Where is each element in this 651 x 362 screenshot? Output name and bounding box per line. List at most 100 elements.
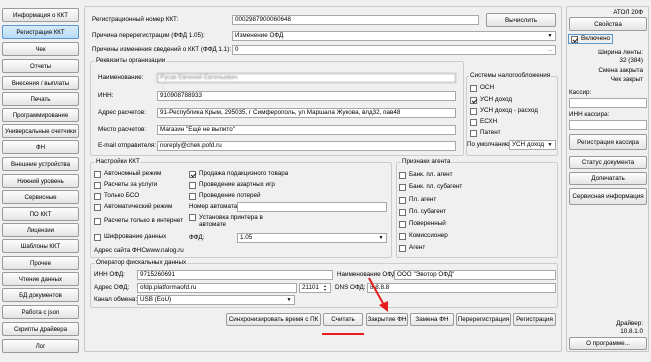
- nav-driver-scripts[interactable]: Скрипты драйвера: [2, 322, 79, 336]
- nav-check[interactable]: Чек: [2, 42, 79, 56]
- register-cashier-button[interactable]: Регистрация кассира: [569, 134, 647, 150]
- ffd-select[interactable]: 1.05 ▼: [237, 233, 387, 243]
- nav-read-data[interactable]: Чтение данных: [2, 272, 79, 286]
- nav-json[interactable]: Работа с json: [2, 305, 79, 319]
- ofd-group-title: Оператор фискальных данных: [95, 259, 188, 267]
- checkbox-box: [470, 118, 477, 126]
- document-status-button[interactable]: Статус документа: [569, 156, 647, 169]
- settings-group-title: Настройки ККТ: [95, 158, 141, 166]
- changes-value: 0: [235, 46, 239, 53]
- service-info-button[interactable]: Сервисная информация: [569, 188, 647, 205]
- fns-label: Адрес сайта ФНС:: [94, 247, 148, 254]
- agent-attorney-checkbox[interactable]: Поверенный: [399, 220, 446, 228]
- checkbox-box: [399, 220, 406, 228]
- setting-excise-checkbox[interactable]: Продажа подакцизного товара: [189, 170, 288, 178]
- ofd-address-field[interactable]: ofdp.platformaofd.ru: [137, 283, 297, 293]
- nav-licenses[interactable]: Лицензии: [2, 223, 79, 237]
- ofd-inn-field[interactable]: 9715260691: [137, 270, 333, 280]
- calculate-button[interactable]: Вычислить: [486, 13, 556, 27]
- enabled-checkbox[interactable]: Включено: [568, 34, 614, 44]
- nav-universal-counters[interactable]: Универсальные счетчики: [2, 124, 79, 138]
- setting-services-checkbox[interactable]: Расчеты за услуги: [94, 181, 157, 189]
- setting-internet-checkbox[interactable]: Расчеты только в интернет: [94, 217, 183, 225]
- nav-service[interactable]: Сервисные: [2, 190, 79, 204]
- nav-fn[interactable]: ФН: [2, 140, 79, 154]
- properties-button[interactable]: Свойства: [569, 17, 647, 31]
- nav-log[interactable]: Лог: [2, 339, 79, 353]
- tax-patent-checkbox[interactable]: Патент: [470, 129, 501, 137]
- about-button[interactable]: О программе...: [569, 337, 647, 350]
- agent-agent-checkbox[interactable]: Агент: [399, 244, 425, 252]
- setting-automatic-label: Автоматический режим: [104, 203, 173, 210]
- auto-num-field[interactable]: [237, 202, 387, 212]
- nav-external-devices[interactable]: Внешние устройства: [2, 157, 79, 171]
- setting-autonomous-checkbox[interactable]: Автономный режим: [94, 170, 161, 178]
- org-place-field[interactable]: Магазин "Ещё не выпито": [157, 125, 456, 135]
- tax-osn-checkbox[interactable]: ОСН: [470, 84, 494, 92]
- tape-width-label: Ширина ленты:: [598, 49, 643, 56]
- registration-button[interactable]: Регистрация: [513, 313, 556, 326]
- setting-automatic-checkbox[interactable]: Автоматический режим: [94, 203, 172, 211]
- tax-usn-income-expense-checkbox[interactable]: УСН доход - расход: [470, 107, 538, 115]
- nav-documents-db[interactable]: БД документов: [2, 288, 79, 302]
- nav-programming[interactable]: Программирование: [2, 108, 79, 122]
- agent-pay-subagent-checkbox[interactable]: Пл. субагент: [399, 208, 446, 216]
- red-underline: [322, 333, 364, 335]
- checkbox-box: [399, 208, 406, 216]
- setting-autonomous-label: Автономный режим: [104, 170, 162, 177]
- ofd-dns-field[interactable]: 8.8.8.8: [367, 283, 556, 293]
- read-button[interactable]: Считать: [323, 313, 363, 326]
- nav-kkt-registration[interactable]: Регистрация ККТ: [2, 25, 79, 39]
- agent-bank-subagent-checkbox[interactable]: Банк. пл. субагент: [399, 183, 462, 191]
- nav-cash-in-out[interactable]: Внесения / выплаты: [2, 76, 79, 90]
- regnum-field[interactable]: 0002987900060648: [232, 15, 479, 25]
- setting-lottery-checkbox[interactable]: Проведение лотерей: [189, 192, 261, 200]
- nav-reports[interactable]: Отчеты: [2, 59, 79, 73]
- checkbox-box: [399, 196, 406, 204]
- tax-patent-label: Патент: [480, 129, 501, 136]
- agent-commission-checkbox[interactable]: Комиссионер: [399, 232, 448, 240]
- agent-bank-agent-checkbox[interactable]: Банк. пл. агент: [399, 171, 452, 179]
- changes-field[interactable]: 0…: [232, 45, 556, 55]
- setting-printer-checkbox[interactable]: Установка принтера в автомате: [189, 214, 271, 228]
- chevron-down-icon: ▼: [547, 142, 553, 148]
- agent-pay-agent-checkbox[interactable]: Пл. агент: [399, 196, 436, 204]
- cashier-field[interactable]: [569, 98, 647, 108]
- tax-osn-label: ОСН: [480, 84, 494, 91]
- checkbox-box: [399, 183, 406, 191]
- fns-value: www.nalog.ru: [146, 247, 184, 254]
- setting-lottery-label: Проведение лотерей: [199, 192, 261, 199]
- ofd-port-field[interactable]: 21101 ▴ ▾: [299, 283, 331, 293]
- ofd-channel-select[interactable]: USB (EoU) ▼: [137, 295, 295, 305]
- close-fn-button[interactable]: Закрытие ФН: [366, 313, 408, 326]
- tax-eshn-label: ЕСХН: [480, 118, 498, 125]
- org-address-field[interactable]: 91-Республика Крым, 295035, г Симферопол…: [157, 108, 456, 118]
- replace-fn-button[interactable]: Замена ФН: [410, 313, 454, 326]
- org-name-field[interactable]: Русак Евгений Евгеньевич: [157, 73, 456, 83]
- nav-kkt-software[interactable]: ПО ККТ: [2, 207, 79, 221]
- reprint-button[interactable]: Допечатать: [569, 172, 647, 185]
- nav-print[interactable]: Печать: [2, 92, 79, 106]
- tax-usn-income-checkbox[interactable]: УСН доход: [470, 96, 512, 104]
- shift-status: Смена закрыта: [598, 67, 643, 74]
- setting-gambling-checkbox[interactable]: Проведение азартных игр: [189, 181, 275, 189]
- nav-other[interactable]: Прочее: [2, 256, 79, 270]
- checkbox-checked: [189, 170, 196, 178]
- reason-select[interactable]: Изменение ОФД ▼: [232, 31, 556, 41]
- tax-group-title: Системы налогообложения: [469, 72, 552, 80]
- nav-kkt-templates[interactable]: Шаблоны ККТ: [2, 239, 79, 253]
- tax-eshn-checkbox[interactable]: ЕСХН: [470, 118, 497, 126]
- sync-time-button[interactable]: Синхронизировать время с ПК: [226, 313, 321, 326]
- nav-kkt-info[interactable]: Информация о ККТ: [2, 8, 79, 22]
- org-email-field[interactable]: noreply@chek.pofd.ru: [157, 141, 456, 151]
- cashier-inn-field[interactable]: [569, 120, 647, 130]
- setting-printer-label: Установка принтера в автомате: [199, 214, 263, 228]
- setting-bso-checkbox[interactable]: Только БСО: [94, 192, 139, 200]
- org-inn-field[interactable]: 910908788933: [157, 91, 456, 101]
- tax-default-select[interactable]: УСН доход ▼: [509, 140, 556, 150]
- reregistration-button[interactable]: Перерегистрация: [456, 313, 511, 326]
- spinner-icon: ▴ ▾: [323, 283, 326, 292]
- setting-encryption-checkbox[interactable]: Шифрование данных: [94, 233, 166, 241]
- nav-low-level[interactable]: Нижний уровень: [2, 174, 79, 188]
- ofd-name-field[interactable]: ООО "Эвотор ОФД": [394, 270, 556, 280]
